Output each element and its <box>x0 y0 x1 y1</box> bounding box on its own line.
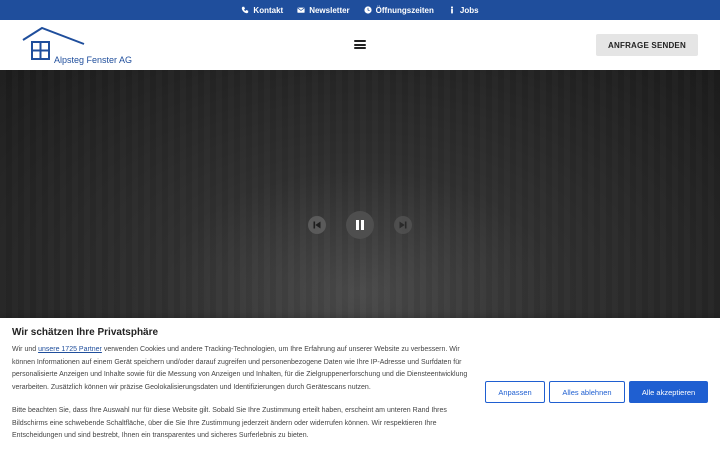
hamburger-line <box>354 47 366 49</box>
anfrage-senden-button[interactable]: ANFRAGE SENDEN <box>596 34 698 56</box>
reject-all-button[interactable]: Alles ablehnen <box>549 381 625 403</box>
cookie-consent-banner: Wir schätzen Ihre Privatsphäre Wir und u… <box>0 318 720 450</box>
accept-all-button[interactable]: Alle akzeptieren <box>629 381 708 403</box>
logo-text: Alpsteg Fenster AG <box>54 55 133 65</box>
clock-icon <box>364 6 372 14</box>
consent-paragraph-1: Wir und unsere 1725 Partner verwenden Co… <box>12 344 474 394</box>
consent-title: Wir schätzen Ihre Privatsphäre <box>12 327 159 338</box>
oeffnungszeiten-link[interactable]: Öffnungszeiten <box>364 6 434 15</box>
jobs-link[interactable]: Jobs <box>448 6 479 15</box>
top-utility-bar: Kontakt Newsletter Öffnungszeiten Jobs <box>0 0 720 20</box>
skip-back-icon <box>313 221 321 229</box>
company-logo[interactable]: Alpsteg Fenster AG <box>22 26 134 66</box>
hero-video-slider <box>0 70 720 318</box>
phone-icon <box>242 6 249 14</box>
newsletter-link[interactable]: Newsletter <box>297 5 350 15</box>
kontakt-link[interactable]: Kontakt <box>241 6 283 15</box>
video-frame <box>0 70 720 318</box>
menu-toggle-button[interactable] <box>354 40 366 49</box>
jobs-label: Jobs <box>459 5 479 15</box>
adjust-consent-button[interactable]: Anpassen <box>485 381 545 403</box>
consent-text-intro: Wir und <box>12 346 39 353</box>
previous-slide-button[interactable] <box>308 216 326 234</box>
pause-icon <box>356 220 364 230</box>
hamburger-line <box>354 40 366 42</box>
consent-paragraph-2: Bitte beachten Sie, dass Ihre Auswahl nu… <box>12 407 447 439</box>
pause-button[interactable] <box>346 211 374 239</box>
skip-forward-icon <box>399 221 407 229</box>
person-icon <box>450 6 453 14</box>
partners-link[interactable]: unsere 1725 Partner <box>38 346 102 353</box>
newsletter-label: Newsletter <box>309 5 350 15</box>
next-slide-button[interactable] <box>394 216 412 234</box>
oeffnungszeiten-label: Öffnungszeiten <box>375 5 434 15</box>
site-header: Alpsteg Fenster AG ANFRAGE SENDEN <box>0 20 720 70</box>
envelope-icon <box>297 7 305 13</box>
kontakt-label: Kontakt <box>253 5 284 15</box>
hamburger-line <box>354 43 366 46</box>
